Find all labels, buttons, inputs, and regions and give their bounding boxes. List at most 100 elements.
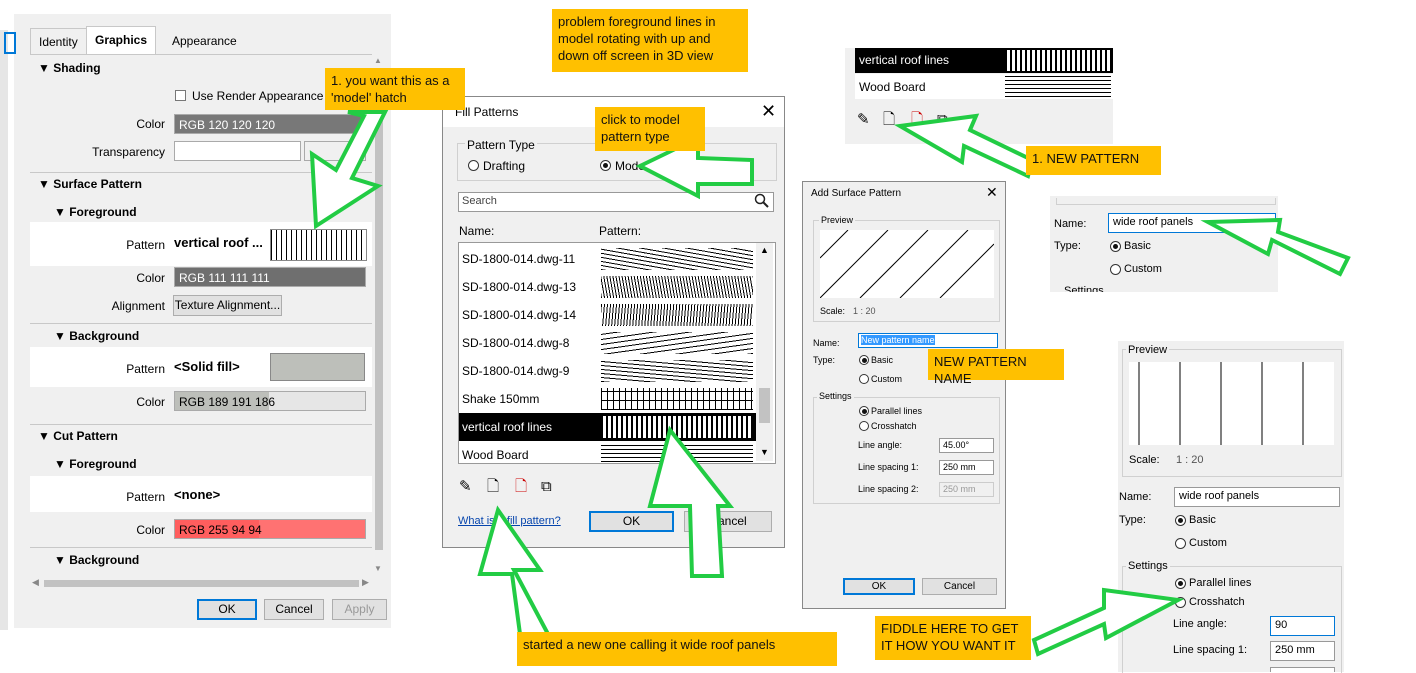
properties-cancel-button[interactable]: Cancel bbox=[264, 599, 324, 620]
parallel-lines-radio[interactable] bbox=[859, 406, 869, 416]
surface-bg-color-field[interactable]: RGB 189 191 186 bbox=[174, 391, 366, 411]
scroll-left-icon[interactable]: ◀ bbox=[32, 577, 39, 588]
drafting-label[interactable]: Drafting bbox=[483, 159, 525, 173]
scroll-right-icon[interactable]: ▶ bbox=[362, 577, 369, 588]
duplicate-pattern-icon[interactable]: ⧉ bbox=[937, 112, 948, 127]
custom-label[interactable]: Custom bbox=[1189, 537, 1227, 549]
custom-label[interactable]: Custom bbox=[871, 374, 902, 384]
name-input[interactable]: wide roof panels bbox=[1108, 213, 1276, 233]
custom-radio[interactable] bbox=[1110, 264, 1121, 275]
custom-radio[interactable] bbox=[1175, 538, 1186, 549]
texture-alignment-button[interactable]: Texture Alignment... bbox=[173, 295, 282, 316]
collapse-icon[interactable]: ▼ bbox=[54, 329, 69, 343]
basic-radio[interactable] bbox=[1110, 241, 1121, 252]
vertical-scrollbar[interactable]: ▲ ▼ bbox=[372, 54, 385, 579]
list-scrollbar[interactable]: ▲ ▼ bbox=[756, 243, 773, 461]
model-radio[interactable] bbox=[600, 160, 611, 171]
list-item[interactable]: SD-1800-014.dwg-11 bbox=[459, 245, 771, 273]
basic-radio[interactable] bbox=[1175, 515, 1186, 526]
crosshatch-label[interactable]: Crosshatch bbox=[871, 421, 917, 431]
collapse-icon[interactable]: ▼ bbox=[54, 457, 69, 471]
basic-label[interactable]: Basic bbox=[1189, 514, 1216, 526]
scroll-down-icon[interactable]: ▼ bbox=[374, 564, 382, 573]
name-input[interactable]: New pattern name bbox=[858, 333, 998, 348]
properties-ok-button[interactable]: OK bbox=[197, 599, 257, 620]
basic-label[interactable]: Basic bbox=[871, 355, 893, 365]
scroll-up-icon[interactable]: ▲ bbox=[374, 56, 382, 65]
delete-pattern-icon[interactable]: 🗋 bbox=[515, 479, 527, 494]
scroll-down-icon[interactable]: ▼ bbox=[760, 447, 769, 457]
list-item[interactable]: SD-1800-014.dwg-14 bbox=[459, 301, 771, 329]
cut-background-heading[interactable]: ▼ Background bbox=[54, 553, 139, 567]
cut-fg-pattern-name[interactable]: <none> bbox=[174, 487, 220, 502]
pattern-list[interactable]: SD-1800-014.dwg-11 SD-1800-014.dwg-13 SD… bbox=[458, 242, 776, 464]
collapse-icon[interactable]: ▼ bbox=[54, 205, 69, 219]
name-input[interactable]: wide roof panels bbox=[1174, 487, 1340, 507]
list-item[interactable]: SD-1800-014.dwg-8 bbox=[459, 329, 771, 357]
custom-radio[interactable] bbox=[859, 374, 869, 384]
search-input[interactable]: Search bbox=[458, 192, 774, 212]
close-icon[interactable]: ✕ bbox=[761, 101, 776, 122]
search-icon[interactable] bbox=[754, 193, 769, 208]
parallel-lines-label[interactable]: Parallel lines bbox=[871, 406, 922, 416]
surface-bg-pattern-swatch[interactable] bbox=[270, 353, 365, 381]
collapse-icon[interactable]: ▼ bbox=[38, 61, 53, 75]
delete-pattern-icon[interactable]: 🗋 bbox=[911, 112, 923, 127]
line-spacing1-input[interactable]: 250 mm bbox=[939, 460, 994, 475]
collapse-icon[interactable]: ▼ bbox=[54, 553, 69, 567]
transparency-value[interactable] bbox=[304, 141, 366, 161]
list-item[interactable]: SD-1800-014.dwg-13 bbox=[459, 273, 771, 301]
basic-label[interactable]: Basic bbox=[1124, 240, 1151, 252]
cut-foreground-heading[interactable]: ▼ Foreground bbox=[54, 457, 137, 471]
close-icon[interactable]: ✕ bbox=[986, 184, 998, 201]
list-item[interactable]: Wood Board bbox=[459, 441, 771, 463]
tab-graphics[interactable]: Graphics bbox=[86, 26, 157, 54]
hscroll-thumb[interactable] bbox=[44, 580, 359, 587]
crosshatch-radio[interactable] bbox=[859, 421, 869, 431]
model-label[interactable]: Model bbox=[615, 159, 648, 173]
add-surface-cancel-button[interactable]: Cancel bbox=[922, 578, 997, 595]
basic-radio[interactable] bbox=[859, 355, 869, 365]
edit-pencil-icon[interactable]: ✎ bbox=[459, 479, 472, 494]
new-pattern-icon[interactable]: 🗋 bbox=[487, 479, 499, 494]
scroll-thumb[interactable] bbox=[759, 388, 770, 423]
use-render-checkbox[interactable] bbox=[175, 90, 186, 101]
surface-foreground-heading[interactable]: ▼ Foreground bbox=[54, 205, 137, 219]
scroll-thumb[interactable] bbox=[375, 70, 383, 550]
list-item[interactable]: Wood Board bbox=[855, 74, 1113, 99]
duplicate-pattern-icon[interactable]: ⧉ bbox=[541, 479, 552, 494]
shading-color-field[interactable]: RGB 120 120 120 bbox=[174, 114, 366, 134]
custom-label[interactable]: Custom bbox=[1124, 263, 1162, 275]
horizontal-scrollbar[interactable]: ◀ ▶ bbox=[30, 577, 372, 590]
line-angle-input[interactable]: 45.00° bbox=[939, 438, 994, 453]
cut-fg-color-field[interactable]: RGB 255 94 94 bbox=[174, 519, 366, 539]
crosshatch-label[interactable]: Crosshatch bbox=[1189, 596, 1245, 608]
parallel-lines-radio[interactable] bbox=[1175, 578, 1186, 589]
collapse-icon[interactable]: ▼ bbox=[38, 177, 53, 191]
fill-patterns-ok-button[interactable]: OK bbox=[589, 511, 674, 532]
list-item-selected[interactable]: vertical roof lines bbox=[855, 48, 1113, 73]
surface-fg-pattern-name[interactable]: vertical roof ... bbox=[174, 235, 263, 250]
drafting-radio[interactable] bbox=[468, 160, 479, 171]
surface-bg-pattern-name[interactable]: <Solid fill> bbox=[174, 359, 240, 374]
line-angle-input[interactable]: 90 bbox=[1270, 616, 1335, 636]
new-pattern-icon[interactable]: 🗋 bbox=[883, 112, 895, 127]
scroll-up-icon[interactable]: ▲ bbox=[760, 245, 769, 255]
surface-pattern-heading[interactable]: ▼ Surface Pattern bbox=[38, 177, 142, 191]
help-link[interactable]: What is a fill pattern? bbox=[458, 515, 561, 527]
add-surface-ok-button[interactable]: OK bbox=[843, 578, 915, 595]
tab-appearance[interactable]: Appearance bbox=[164, 28, 245, 54]
cut-pattern-heading[interactable]: ▼ Cut Pattern bbox=[38, 429, 118, 443]
surface-fg-color-field[interactable]: RGB 111 111 111 bbox=[174, 267, 366, 287]
list-item[interactable]: Shake 150mm bbox=[459, 385, 771, 413]
surface-fg-pattern-swatch[interactable] bbox=[270, 229, 367, 261]
line-spacing2-input[interactable]: 250 mm bbox=[939, 482, 994, 497]
left-edge-button[interactable] bbox=[4, 32, 16, 54]
crosshatch-radio[interactable] bbox=[1175, 597, 1186, 608]
list-item-selected[interactable]: vertical roof lines bbox=[459, 413, 771, 441]
properties-apply-button[interactable]: Apply bbox=[332, 599, 387, 620]
tab-identity[interactable]: Identity bbox=[30, 28, 87, 54]
line-spacing1-input[interactable]: 250 mm bbox=[1270, 641, 1335, 661]
shading-heading[interactable]: ▼ Shading bbox=[38, 61, 101, 75]
edit-pencil-icon[interactable]: ✎ bbox=[857, 112, 870, 127]
